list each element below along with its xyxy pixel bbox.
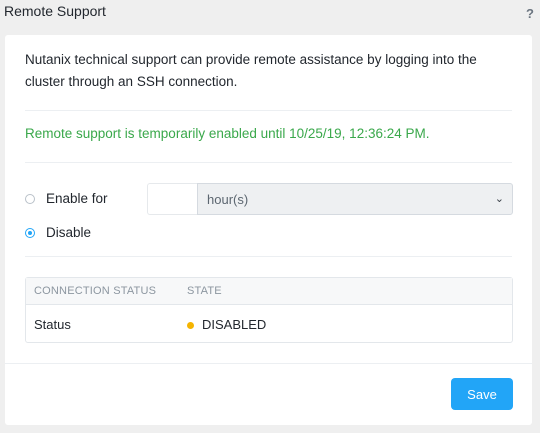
divider	[25, 256, 512, 257]
enable-for-option[interactable]: Enable for	[25, 191, 108, 206]
remote-support-panel: Nutanix technical support can provide re…	[5, 35, 532, 425]
dialog-title: Remote Support	[4, 3, 106, 19]
status-message: Remote support is temporarily enabled un…	[25, 126, 430, 141]
help-icon[interactable]: ?	[526, 6, 534, 21]
divider	[25, 162, 512, 163]
column-header-connection-status: CONNECTION STATUS	[34, 285, 157, 297]
unit-select-value: hour(s)	[207, 192, 249, 207]
state-value: DISABLED	[202, 317, 267, 332]
row-name-status: Status	[34, 317, 71, 332]
unit-select[interactable]: hour(s) ⌄	[197, 183, 513, 215]
enable-label: Enable for	[46, 191, 108, 206]
disable-label: Disable	[46, 225, 92, 240]
status-dot-icon	[187, 322, 194, 329]
table-header-row: CONNECTION STATUS STATE	[26, 278, 512, 305]
enable-radio[interactable]	[25, 193, 35, 204]
dialog-header: Remote Support ?	[0, 0, 540, 34]
footer-divider	[5, 363, 532, 364]
column-header-state: STATE	[187, 285, 222, 297]
description-text: Nutanix technical support can provide re…	[25, 52, 477, 89]
save-button[interactable]: Save	[451, 378, 513, 410]
hours-input[interactable]	[147, 183, 197, 215]
connection-table: CONNECTION STATUS STATE Status DISABLED	[25, 277, 513, 343]
chevron-down-icon: ⌄	[494, 193, 504, 205]
divider	[25, 110, 512, 111]
disable-radio[interactable]	[25, 227, 35, 238]
disable-option[interactable]: Disable	[25, 225, 91, 240]
